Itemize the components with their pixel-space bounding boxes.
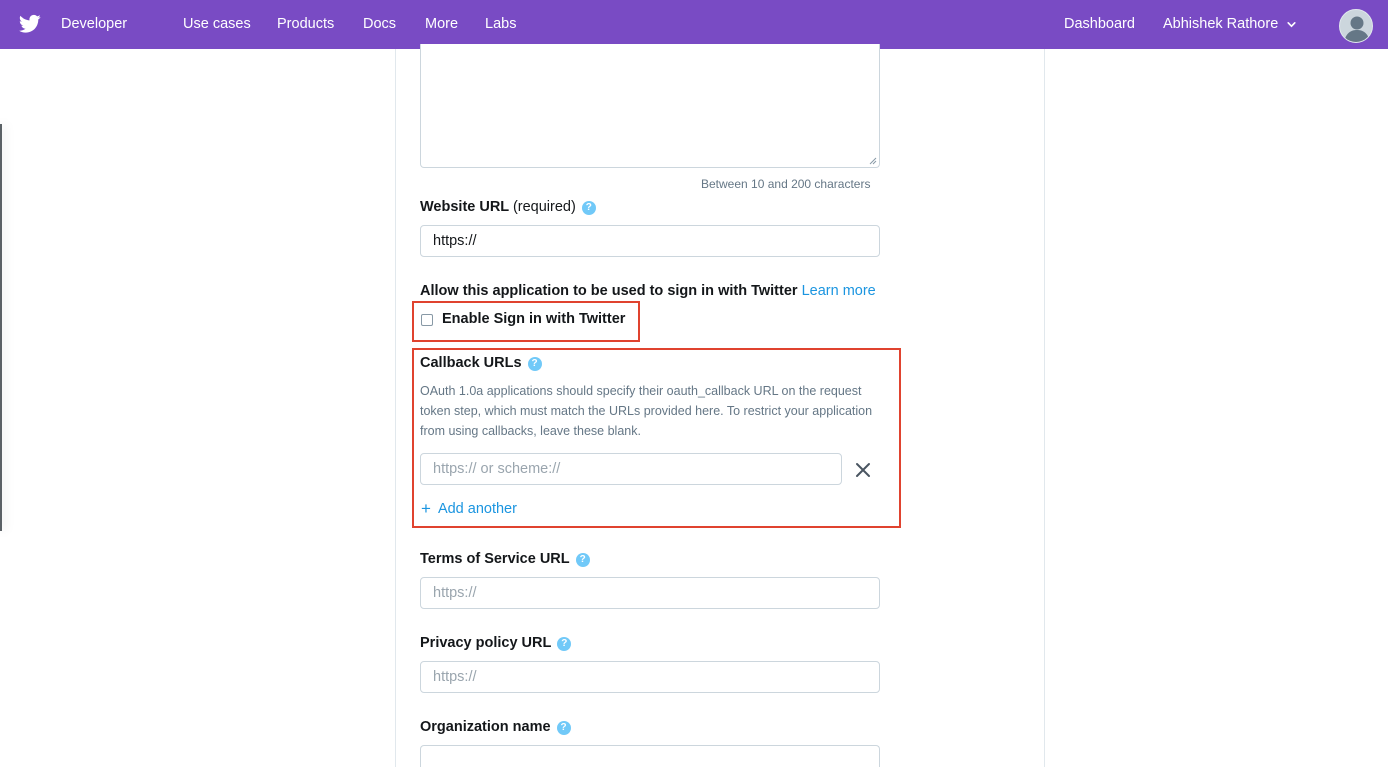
tos-url-label-text: Terms of Service URL [420, 551, 570, 567]
help-icon[interactable]: ? [557, 637, 572, 651]
nav-user-name[interactable]: Abhishek Rathore [1163, 16, 1278, 33]
nav-item-docs[interactable]: Docs [363, 16, 396, 33]
plus-icon: + [421, 499, 431, 518]
org-name-input[interactable] [420, 745, 880, 767]
default-avatar-icon [1344, 16, 1370, 42]
org-name-label-text: Organization name [420, 719, 551, 735]
nav-brand[interactable]: Developer [61, 16, 127, 33]
side-panel-edge [0, 124, 2, 531]
close-icon[interactable] [854, 461, 872, 479]
description-textarea[interactable] [420, 44, 880, 168]
nav-item-more[interactable]: More [425, 16, 458, 33]
add-another-label: Add another [437, 501, 517, 517]
enable-signin-label[interactable]: Enable Sign in with Twitter [442, 311, 625, 328]
tos-url-input[interactable] [420, 577, 880, 609]
help-icon[interactable]: ? [527, 357, 542, 371]
callback-urls-label: Callback URLs? [420, 355, 542, 372]
required-marker: (required) [512, 199, 576, 215]
enable-signin-checkbox[interactable] [421, 314, 433, 326]
website-url-input[interactable] [420, 225, 880, 257]
privacy-url-label: Privacy policy URL? [420, 635, 572, 652]
add-another-button[interactable]: + Add another [421, 500, 517, 518]
nav-item-products[interactable]: Products [277, 16, 334, 33]
callback-urls-label-text: Callback URLs [420, 355, 522, 371]
help-icon[interactable]: ? [581, 201, 596, 215]
help-icon[interactable]: ? [575, 553, 590, 567]
nav-item-use-cases[interactable]: Use cases [183, 16, 251, 33]
signin-section-label-text: Allow this application to be used to sig… [420, 283, 798, 299]
nav-dashboard[interactable]: Dashboard [1064, 16, 1135, 33]
nav-item-labs[interactable]: Labs [485, 16, 516, 33]
privacy-url-input[interactable] [420, 661, 880, 693]
website-url-label-text: Website URL [420, 199, 509, 215]
twitter-bird-icon[interactable] [19, 14, 41, 34]
avatar[interactable] [1339, 9, 1373, 43]
website-url-label: Website URL (required)? [420, 199, 596, 216]
callback-description: OAuth 1.0a applications should specify t… [420, 384, 873, 438]
resize-grip-icon[interactable] [869, 157, 877, 165]
tos-url-label: Terms of Service URL? [420, 551, 590, 568]
learn-more-link[interactable]: Learn more [802, 283, 876, 299]
org-name-label: Organization name? [420, 719, 571, 736]
callback-url-input[interactable] [420, 453, 842, 485]
top-nav: Developer Use cases Products Docs More L… [0, 0, 1388, 49]
signin-section-label: Allow this application to be used to sig… [420, 283, 876, 300]
help-icon[interactable]: ? [556, 721, 571, 735]
privacy-url-label-text: Privacy policy URL [420, 635, 552, 651]
chevron-down-icon[interactable] [1286, 19, 1297, 30]
description-char-hint: Between 10 and 200 characters [701, 177, 871, 191]
